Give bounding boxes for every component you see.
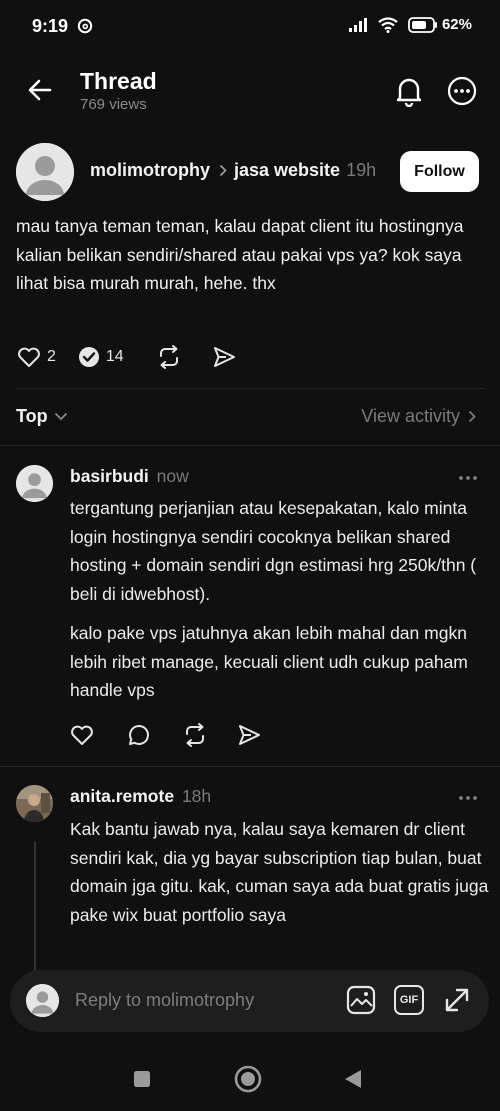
battery-icon bbox=[408, 16, 437, 33]
reply-text: tergantung perjanjian atau kesepakatan, … bbox=[70, 498, 477, 604]
views-count: 769 views bbox=[80, 96, 147, 113]
like-button[interactable] bbox=[70, 724, 94, 746]
like-button[interactable]: 2 bbox=[17, 346, 56, 368]
image-button[interactable] bbox=[346, 985, 376, 1015]
triangle-back-icon bbox=[345, 1070, 361, 1088]
post-author-avatar[interactable] bbox=[16, 143, 74, 201]
expand-button[interactable] bbox=[443, 986, 471, 1014]
replies-button[interactable]: 14 bbox=[78, 346, 124, 368]
repost-button[interactable] bbox=[182, 722, 208, 748]
comment-button[interactable] bbox=[127, 723, 151, 747]
divider bbox=[16, 388, 484, 389]
status-time: 9:19 bbox=[32, 16, 69, 36]
notifications-button[interactable] bbox=[394, 75, 424, 107]
thread-line bbox=[34, 842, 36, 972]
user-photo-icon bbox=[16, 785, 53, 822]
send-icon bbox=[239, 725, 260, 745]
gif-label: GIF bbox=[399, 994, 419, 1006]
square-icon bbox=[134, 1071, 150, 1087]
reply-count: 14 bbox=[105, 348, 124, 365]
post-author[interactable]: molimotrophy bbox=[90, 160, 210, 181]
heart-icon bbox=[71, 725, 93, 745]
gif-button[interactable]: GIF bbox=[394, 985, 424, 1015]
heart-icon bbox=[18, 347, 40, 367]
reply-author[interactable]: basirbudi bbox=[70, 466, 149, 486]
reply-time: now bbox=[156, 466, 189, 486]
sort-label: Top bbox=[16, 406, 48, 426]
wifi-icon bbox=[378, 16, 398, 33]
battery-percent: 62% bbox=[441, 16, 472, 33]
post-text: mau tanya teman teman, kalau dapat clien… bbox=[16, 216, 464, 293]
signal-icon bbox=[348, 17, 368, 33]
repost-icon bbox=[186, 723, 204, 747]
reply-actions bbox=[70, 722, 261, 748]
post-meta: molimotrophy jasa website 19h bbox=[90, 160, 376, 181]
page-title: Thread bbox=[80, 68, 157, 94]
chevron-right-icon bbox=[468, 410, 476, 423]
composer-avatar bbox=[26, 984, 59, 1017]
share-button[interactable] bbox=[212, 345, 236, 369]
repost-button[interactable] bbox=[156, 344, 182, 370]
more-horizontal-icon bbox=[459, 476, 477, 480]
back-nav-button[interactable] bbox=[343, 1068, 363, 1090]
battery: 62% bbox=[408, 16, 472, 33]
sort-dropdown[interactable]: Top bbox=[16, 406, 68, 427]
reply-meta: anita.remote 18h bbox=[70, 786, 211, 807]
chevron-right-icon bbox=[219, 164, 227, 177]
reply-avatar-photo[interactable] bbox=[16, 785, 53, 822]
reply-text: kalo pake vps jatuhnya akan lebih mahal … bbox=[70, 623, 468, 700]
back-button[interactable] bbox=[26, 76, 54, 104]
reply-more-button[interactable] bbox=[458, 475, 478, 481]
share-button[interactable] bbox=[237, 723, 261, 747]
more-options-button[interactable] bbox=[447, 76, 477, 106]
bell-icon bbox=[396, 78, 422, 107]
back-arrow-icon bbox=[28, 79, 52, 101]
threads-logo-icon bbox=[77, 18, 93, 34]
recents-button[interactable] bbox=[133, 1070, 151, 1088]
default-avatar-icon bbox=[16, 465, 53, 502]
image-icon bbox=[346, 985, 376, 1015]
default-avatar-icon bbox=[26, 984, 59, 1017]
reply-meta: basirbudi now bbox=[70, 466, 189, 487]
home-circle-icon bbox=[234, 1065, 262, 1093]
home-button[interactable] bbox=[234, 1065, 262, 1093]
verified-reply-icon bbox=[78, 347, 99, 367]
reply-more-button[interactable] bbox=[458, 795, 478, 801]
reply-time: 18h bbox=[181, 786, 212, 806]
follow-button[interactable]: Follow bbox=[400, 151, 479, 192]
post-time: 19h bbox=[346, 160, 377, 180]
repost-icon bbox=[159, 345, 178, 369]
reply-input[interactable]: Reply to molimotrophy bbox=[75, 990, 254, 1011]
view-activity-link[interactable]: View activity bbox=[361, 406, 476, 427]
default-avatar-icon bbox=[16, 143, 74, 201]
divider bbox=[0, 445, 500, 446]
view-activity-label: View activity bbox=[361, 406, 460, 426]
comment-bubble-icon bbox=[129, 725, 149, 745]
expand-icon bbox=[445, 988, 469, 1012]
like-count: 2 bbox=[47, 348, 56, 365]
more-circle-icon bbox=[447, 76, 477, 106]
chevron-down-icon bbox=[54, 412, 67, 421]
send-icon bbox=[213, 347, 235, 367]
reply-avatar[interactable] bbox=[16, 465, 53, 502]
status-right: 62% bbox=[348, 16, 472, 33]
divider bbox=[0, 766, 500, 767]
reply-author[interactable]: anita.remote bbox=[70, 786, 174, 806]
reply-text: Kak bantu jawab nya, kalau saya kemaren … bbox=[70, 819, 489, 925]
post-community[interactable]: jasa website bbox=[234, 160, 340, 181]
post-actions: 2 14 bbox=[17, 344, 236, 370]
more-horizontal-icon bbox=[459, 796, 477, 800]
